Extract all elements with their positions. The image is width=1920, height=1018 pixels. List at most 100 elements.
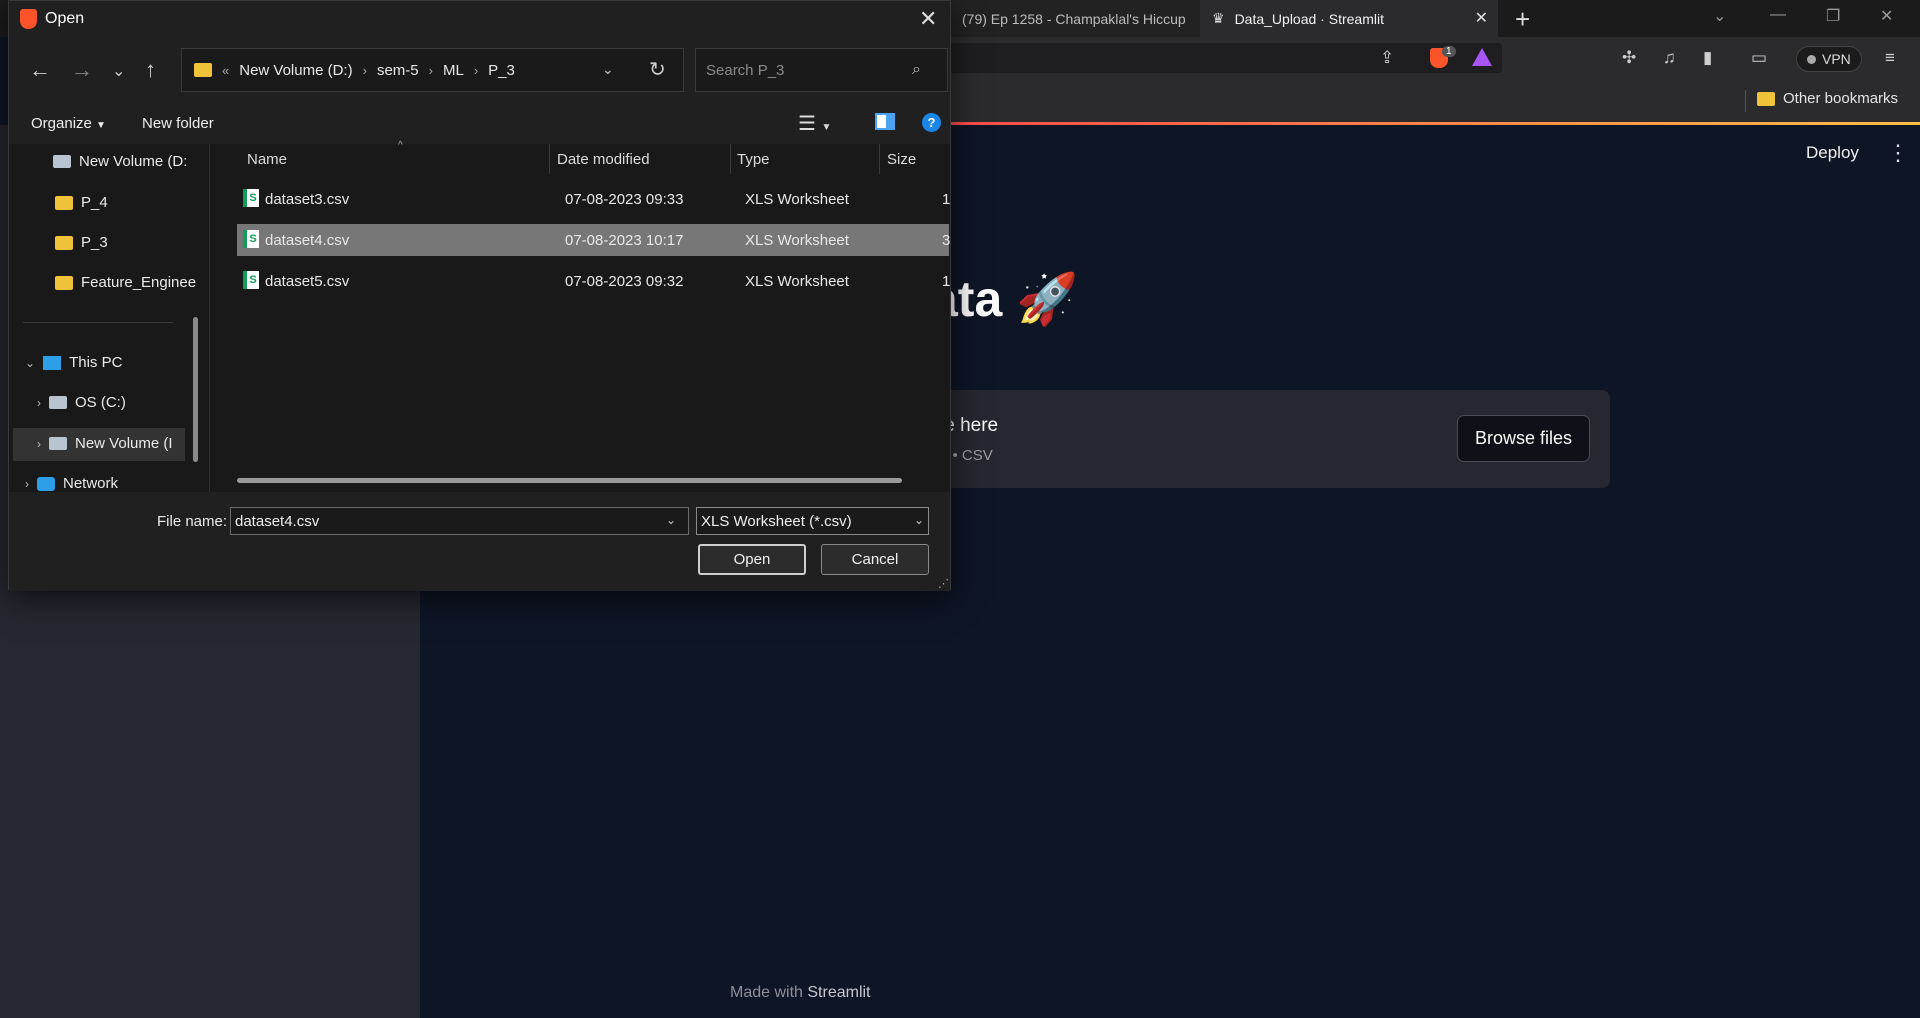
preview-pane-icon[interactable] xyxy=(875,113,895,130)
folder-icon xyxy=(55,235,73,250)
recent-locations-chevron-icon[interactable]: ⌄ xyxy=(112,61,125,81)
file-type-select[interactable]: XLS Worksheet (*.csv) xyxy=(696,507,929,535)
kebab-menu-icon[interactable]: ⋮ xyxy=(1887,140,1909,166)
file-type: XLS Worksheet xyxy=(745,232,849,249)
vpn-button[interactable]: VPN xyxy=(1796,46,1862,72)
file-row[interactable]: S dataset3.csv 07-08-2023 09:33 XLS Work… xyxy=(237,183,951,215)
breadcrumb-item[interactable]: sem-5 xyxy=(377,62,419,79)
deploy-button[interactable]: Deploy xyxy=(1806,143,1859,163)
search-input[interactable]: Search P_3 xyxy=(695,48,948,92)
close-tab-icon[interactable]: ✕ xyxy=(1475,8,1488,28)
chevron-right-icon[interactable]: › xyxy=(37,396,41,410)
file-name: dataset5.csv xyxy=(265,273,350,290)
minimize-icon[interactable]: — xyxy=(1770,6,1786,24)
change-view-icon[interactable]: ☰ ▼ xyxy=(798,111,831,136)
menu-icon[interactable]: ≡ xyxy=(1885,48,1895,68)
resize-grip-icon[interactable]: ⋰ xyxy=(938,577,949,590)
nav-item-new-volume-d[interactable]: New Volume (D: xyxy=(53,153,203,170)
nav-divider xyxy=(23,322,173,323)
browse-files-button[interactable]: Browse files xyxy=(1457,415,1590,462)
chevron-right-icon[interactable]: › xyxy=(37,437,41,451)
sort-ascending-icon: ^ xyxy=(398,140,403,151)
horizontal-scrollbar[interactable] xyxy=(237,478,902,483)
file-date: 07-08-2023 09:32 xyxy=(565,273,684,290)
forward-arrow-icon[interactable]: → xyxy=(71,57,93,83)
footer-brand-link[interactable]: Streamlit xyxy=(807,984,870,1001)
media-icon[interactable]: ♫ xyxy=(1663,48,1676,68)
file-name: dataset4.csv xyxy=(265,232,350,249)
drive-icon xyxy=(53,155,71,168)
open-button[interactable]: Open xyxy=(698,544,806,575)
close-icon[interactable]: ✕ xyxy=(919,6,937,32)
file-size: 1 xyxy=(942,273,951,290)
other-bookmarks[interactable]: Other bookmarks xyxy=(1757,90,1898,107)
csv-file-icon: S xyxy=(243,271,259,289)
csv-file-icon: S xyxy=(243,189,259,207)
file-row-selected[interactable]: S dataset4.csv 07-08-2023 10:17 XLS Work… xyxy=(237,224,951,256)
tab-youtube[interactable]: (79) Ep 1258 - Champaklal's Hiccup xyxy=(950,0,1200,37)
column-separator[interactable] xyxy=(549,144,550,174)
file-name-field[interactable]: dataset4.csv xyxy=(230,507,689,535)
up-arrow-icon[interactable]: ↑ xyxy=(145,57,156,83)
wallet-icon[interactable]: ▭ xyxy=(1751,48,1767,68)
column-header-type[interactable]: Type xyxy=(737,151,770,168)
nav-item-new-volume-selected[interactable]: › New Volume (I xyxy=(37,435,183,452)
chevron-down-icon[interactable]: ⌄ xyxy=(602,61,614,78)
chevron-down-icon[interactable]: ⌄ xyxy=(25,356,35,370)
new-folder-button[interactable]: New folder xyxy=(142,115,214,132)
share-icon[interactable]: ⇪ xyxy=(1380,48,1394,68)
column-separator[interactable] xyxy=(730,144,731,174)
nav-item-os-c[interactable]: › OS (C:) xyxy=(37,394,187,411)
breadcrumb-overflow[interactable]: « xyxy=(222,63,229,78)
breadcrumb-item[interactable]: New Volume (D:) xyxy=(239,62,352,79)
nav-label: Network xyxy=(63,475,119,492)
breadcrumb-item[interactable]: ML xyxy=(443,62,464,79)
chevron-right-icon[interactable]: › xyxy=(429,63,433,78)
nav-scrollbar[interactable] xyxy=(193,317,198,462)
nav-item-p4[interactable]: P_4 xyxy=(55,194,205,211)
column-header-date[interactable]: Date modified xyxy=(557,151,650,168)
chevron-right-icon[interactable]: › xyxy=(25,477,29,491)
nav-label: New Volume (D: xyxy=(79,153,188,170)
chevron-right-icon[interactable]: › xyxy=(363,63,367,78)
brave-logo-icon xyxy=(20,9,37,29)
column-header-size[interactable]: Size xyxy=(887,151,916,168)
back-arrow-icon[interactable]: ← xyxy=(29,57,51,83)
file-size: 3 xyxy=(942,232,951,249)
nav-label: This PC xyxy=(69,354,123,371)
other-bookmarks-label: Other bookmarks xyxy=(1783,90,1899,107)
tab-title: Data_Upload · Streamlit xyxy=(1234,10,1384,27)
refresh-icon[interactable]: ↻ xyxy=(649,57,666,82)
file-name: dataset3.csv xyxy=(265,191,350,208)
file-row[interactable]: S dataset5.csv 07-08-2023 09:32 XLS Work… xyxy=(237,265,951,297)
close-window-icon[interactable]: ✕ xyxy=(1880,6,1893,26)
nav-item-p3[interactable]: P_3 xyxy=(55,234,205,251)
file-size: 1 xyxy=(942,191,951,208)
column-header-name[interactable]: Name xyxy=(247,151,287,168)
tab-search-chevron-icon[interactable]: ⌄ xyxy=(1713,6,1726,26)
cancel-button[interactable]: Cancel xyxy=(821,544,929,575)
help-icon[interactable]: ? xyxy=(922,113,941,132)
extensions-icon[interactable]: ✣ xyxy=(1622,48,1636,68)
nav-item-network[interactable]: › Network xyxy=(25,475,185,492)
restore-icon[interactable]: ❐ xyxy=(1826,6,1840,26)
folder-icon xyxy=(1757,91,1775,106)
chevron-right-icon[interactable]: › xyxy=(474,63,478,78)
column-separator[interactable] xyxy=(879,144,880,174)
dialog-title: Open xyxy=(45,10,85,27)
brave-rewards-icon[interactable] xyxy=(1472,48,1492,66)
chevron-down-icon[interactable]: ⌄ xyxy=(666,513,676,527)
organize-button[interactable]: Organize ▼ xyxy=(31,115,106,132)
nav-label: P_3 xyxy=(81,234,108,251)
breadcrumb-item[interactable]: P_3 xyxy=(488,62,515,79)
nav-item-this-pc[interactable]: ⌄ This PC xyxy=(25,354,185,371)
url-field[interactable] xyxy=(950,43,1502,73)
nav-label: P_4 xyxy=(81,194,108,211)
tab-title: (79) Ep 1258 - Champaklal's Hiccup xyxy=(962,10,1186,27)
tab-streamlit[interactable]: ♛ Data_Upload · Streamlit ✕ xyxy=(1200,0,1498,37)
new-tab-button[interactable]: + xyxy=(1515,4,1530,35)
vpn-status-icon xyxy=(1807,54,1816,64)
sidebar-toggle-icon[interactable]: ▮ xyxy=(1703,48,1712,68)
nav-item-feature-engineering[interactable]: Feature_Enginee xyxy=(55,274,205,291)
chevron-down-icon[interactable]: ⌄ xyxy=(914,513,924,527)
